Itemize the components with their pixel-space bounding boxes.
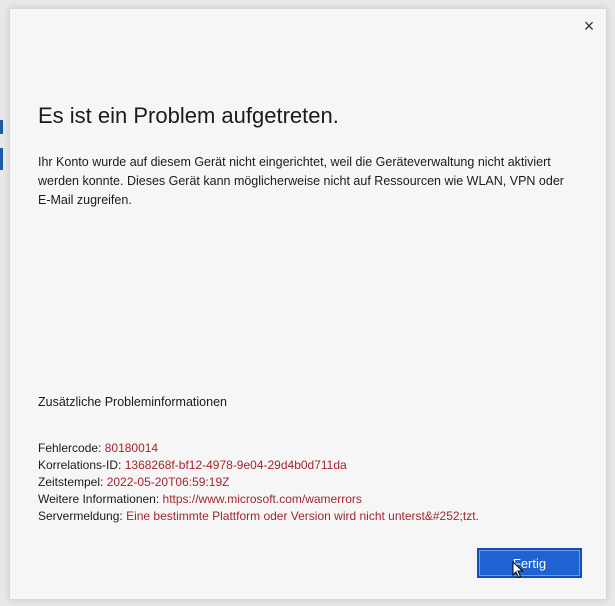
detail-correlation-id: Korrelations-ID: 1368268f-bf12-4978-9e04… <box>38 457 598 474</box>
detail-label: Servermeldung: <box>38 509 123 523</box>
detail-error-code: Fehlercode: 80180014 <box>38 440 598 457</box>
detail-label: Fehlercode: <box>38 441 102 455</box>
timestamp-value: 2022-05-20T06:59:19Z <box>106 475 230 489</box>
more-info-link[interactable]: https://www.microsoft.com/wamerrors <box>163 492 362 506</box>
server-message-value: Eine bestimmte Plattform oder Version wi… <box>126 509 479 523</box>
error-code-value: 80180014 <box>104 441 159 455</box>
background-window-edge <box>0 148 3 170</box>
dialog-title: Es ist ein Problem aufgetreten. <box>38 103 339 128</box>
detail-label: Zeitstempel: <box>38 475 104 489</box>
detail-server-message: Servermeldung: Eine bestimmte Plattform … <box>38 508 598 525</box>
done-button[interactable]: Fertig <box>477 548 582 578</box>
error-message: Ihr Konto wurde auf diesem Gerät nicht e… <box>38 155 564 207</box>
detail-label: Weitere Informationen: <box>38 492 160 506</box>
detail-timestamp: Zeitstempel: 2022-05-20T06:59:19Z <box>38 474 598 491</box>
error-details: Fehlercode: 80180014 Korrelations-ID: 13… <box>38 440 598 525</box>
background-window-edge <box>0 120 3 134</box>
additional-info-heading: Zusätzliche Probleminformationen <box>38 395 227 409</box>
detail-label: Korrelations-ID: <box>38 458 122 472</box>
correlation-id-value: 1368268f-bf12-4978-9e04-29d4b0d711da <box>124 458 347 472</box>
detail-more-info: Weitere Informationen: https://www.micro… <box>38 491 598 508</box>
error-dialog: × Es ist ein Problem aufgetreten. Ihr Ko… <box>9 8 607 600</box>
close-icon[interactable]: × <box>578 15 600 37</box>
